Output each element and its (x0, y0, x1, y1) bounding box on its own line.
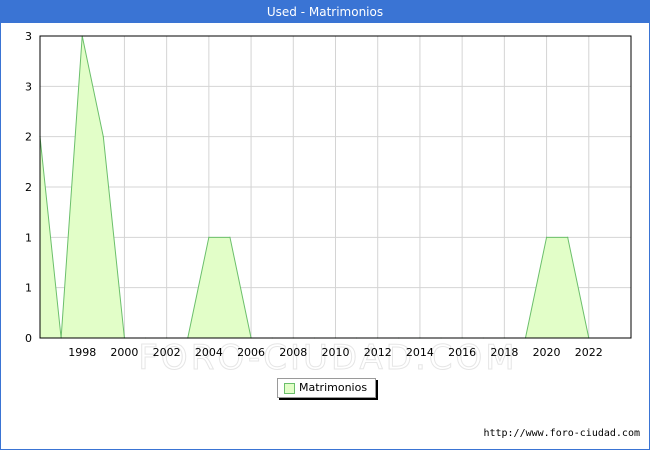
y-tick-label-2: 1 (25, 231, 32, 244)
legend: Matrimonios (277, 378, 376, 398)
source-credit: http://www.foro-ciudad.com (483, 428, 640, 439)
data-point-1999 (102, 136, 104, 138)
x-tick-label-7: 2012 (364, 346, 392, 359)
x-tick-label-6: 2010 (322, 346, 350, 359)
y-tick-label-6: 3 (25, 30, 32, 43)
y-tick-label-4: 2 (25, 131, 32, 144)
x-tick-label-11: 2020 (533, 346, 561, 359)
y-tick-label-3: 2 (25, 181, 32, 194)
x-tick-label-9: 2016 (448, 346, 476, 359)
legend-label: Matrimonios (299, 381, 368, 394)
x-tick-label-8: 2014 (406, 346, 434, 359)
x-tick-label-0: 1998 (68, 346, 96, 359)
data-point-2005 (229, 236, 231, 238)
x-tick-label-10: 2018 (490, 346, 518, 359)
x-tick-label-4: 2006 (237, 346, 265, 359)
data-point-2004 (208, 236, 210, 238)
y-tick-label-1: 1 (25, 282, 32, 295)
x-tick-label-5: 2008 (279, 346, 307, 359)
x-tick-label-12: 2022 (575, 346, 603, 359)
data-point-2020 (545, 236, 548, 238)
x-tick-label-1: 2000 (110, 346, 138, 359)
chart-window: Used - Matrimonios FORO-CIUDAD.COM 1998 2… (0, 0, 650, 450)
y-tick-label-0: 0 (25, 332, 32, 345)
data-point-2021 (567, 236, 569, 238)
x-tick-label-2: 2002 (153, 346, 181, 359)
legend-swatch (284, 383, 295, 394)
x-tick-label-3: 2004 (195, 346, 223, 359)
y-tick-label-5: 3 (25, 80, 32, 93)
